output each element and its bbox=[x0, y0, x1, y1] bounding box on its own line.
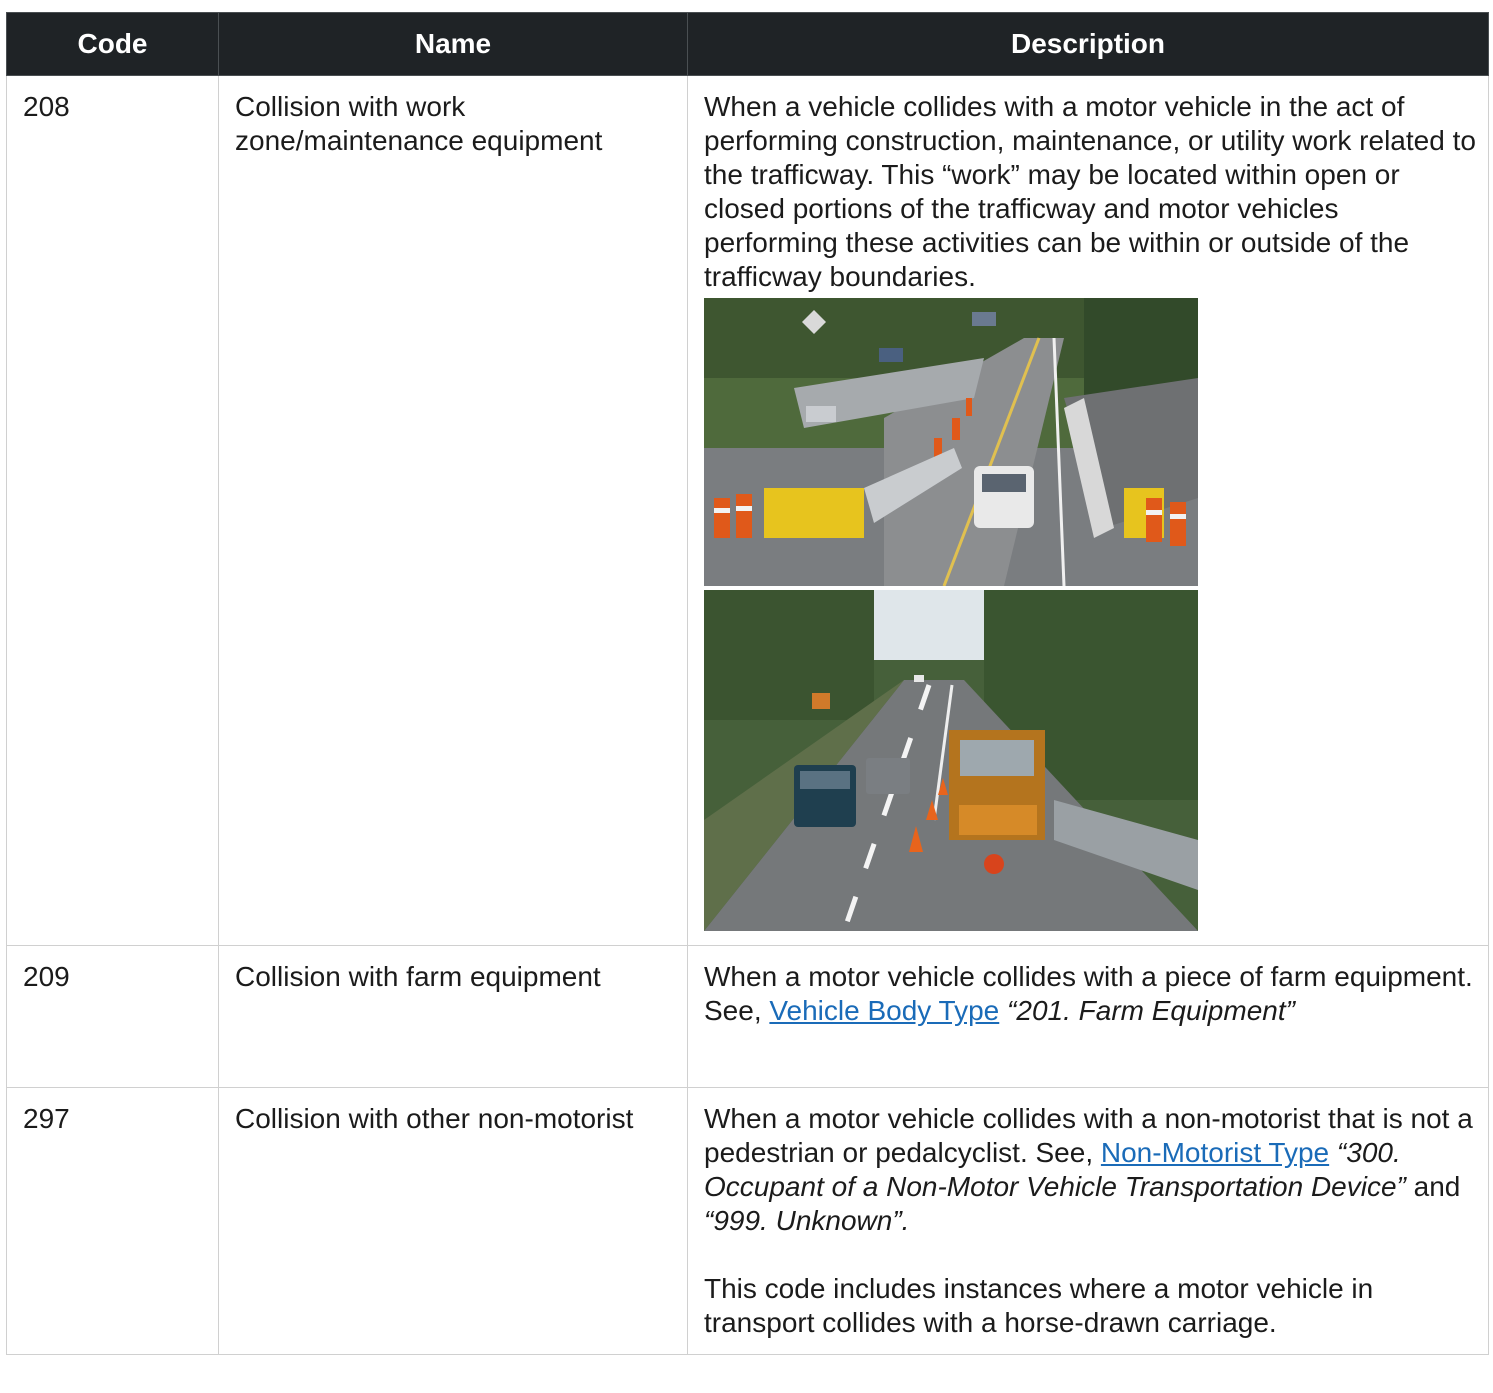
codes-table: Code Name Description 208 Collision with… bbox=[6, 12, 1489, 1355]
name-cell: Collision with farm equipment bbox=[218, 945, 688, 1088]
description-cell: When a vehicle collides with a motor veh… bbox=[687, 75, 1489, 946]
description-paragraph: When a motor vehicle collides with a non… bbox=[704, 1102, 1478, 1238]
header-code: Code bbox=[6, 12, 219, 76]
table-header-row: Code Name Description bbox=[6, 12, 1489, 76]
vehicle-body-type-link[interactable]: Vehicle Body Type bbox=[769, 995, 999, 1026]
table-row: 208 Collision with work zone/maintenance… bbox=[6, 75, 1489, 946]
description-cell: When a motor vehicle collides with a pie… bbox=[687, 945, 1489, 1088]
maintenance-truck-photo bbox=[704, 590, 1198, 931]
code-cell: 209 bbox=[6, 945, 219, 1088]
description-cell: When a motor vehicle collides with a non… bbox=[687, 1087, 1489, 1355]
table-row: 297 Collision with other non-motorist Wh… bbox=[6, 1087, 1489, 1355]
name-cell: Collision with other non-motorist bbox=[218, 1087, 688, 1355]
description-text: and bbox=[1413, 1171, 1461, 1202]
table-row: 209 Collision with farm equipment When a… bbox=[6, 945, 1489, 1088]
non-motorist-type-link[interactable]: Non-Motorist Type bbox=[1101, 1137, 1329, 1168]
work-zone-photo bbox=[704, 298, 1198, 586]
description-text: When a vehicle collides with a motor veh… bbox=[704, 91, 1476, 292]
description-paragraph: This code includes instances where a mot… bbox=[704, 1273, 1374, 1338]
description-italic: “201. Farm Equipment” bbox=[1007, 995, 1295, 1026]
header-name: Name bbox=[218, 12, 688, 76]
code-cell: 208 bbox=[6, 75, 219, 946]
code-cell: 297 bbox=[6, 1087, 219, 1355]
description-italic: “999. Unknown”. bbox=[704, 1205, 910, 1236]
name-cell: Collision with work zone/maintenance equ… bbox=[218, 75, 688, 946]
header-description: Description bbox=[687, 12, 1489, 76]
